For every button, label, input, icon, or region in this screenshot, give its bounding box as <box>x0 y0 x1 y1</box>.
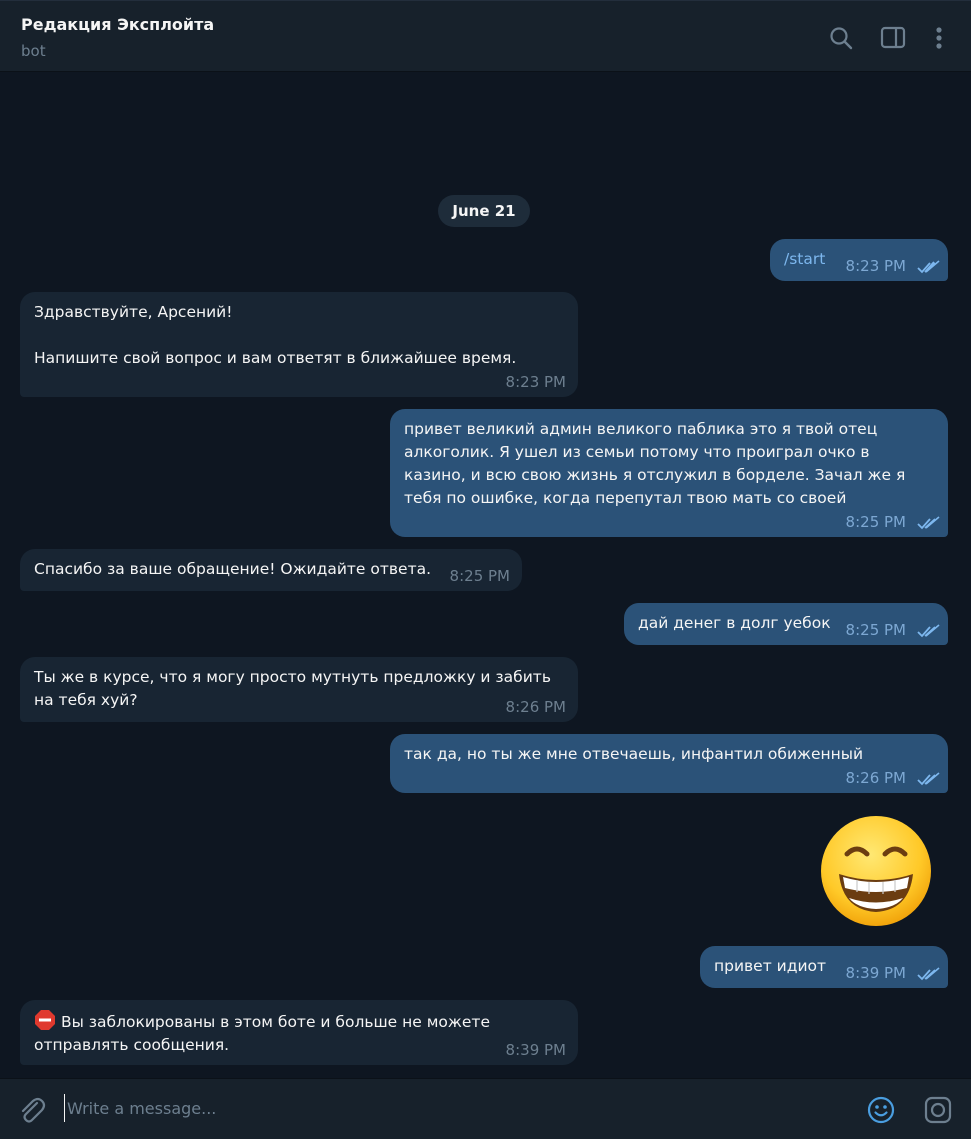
date-separator: June 21 <box>438 195 530 227</box>
message-input[interactable] <box>64 1094 844 1122</box>
double-check-icon <box>917 967 940 981</box>
message-text: Вы заблокированы в этом боте и больше не… <box>34 1013 490 1054</box>
chat-header: Редакция Эксплойта bot <box>0 0 971 72</box>
outgoing-message[interactable]: так да, но ты же мне отвечаешь, инфантил… <box>390 734 948 793</box>
more-vertical-icon[interactable] <box>924 23 954 53</box>
message-time: 8:39 PM <box>845 964 906 982</box>
incoming-message[interactable]: Спасибо за ваше обращение! Ожидайте отве… <box>20 549 522 591</box>
stop-sign-icon <box>35 1010 55 1030</box>
double-check-icon <box>917 516 940 530</box>
message-time: 8:39 PM <box>505 1041 566 1059</box>
message-text-wrap: Вы заблокированы в этом боте и больше не… <box>34 1009 490 1057</box>
message-text: Здравствуйте, Арсений! Напишите свой воп… <box>34 303 517 367</box>
search-icon[interactable] <box>826 23 856 53</box>
message-time: 8:26 PM <box>845 769 906 787</box>
message-time: 8:23 PM <box>505 373 566 391</box>
message-time: 8:26 PM <box>505 698 566 716</box>
emoji-icon[interactable] <box>865 1094 897 1126</box>
outgoing-message[interactable]: привет великий админ великого паблика эт… <box>390 409 948 537</box>
message-text: привет великий админ великого паблика эт… <box>404 420 906 507</box>
incoming-message[interactable]: Вы заблокированы в этом боте и больше не… <box>20 1000 578 1065</box>
double-check-icon <box>917 772 940 786</box>
message-time: 8:25 PM <box>845 513 906 531</box>
camera-icon[interactable] <box>922 1094 954 1126</box>
message-time: 8:25 PM <box>845 621 906 639</box>
grinning-face-emoji-sticker[interactable] <box>817 814 935 928</box>
outgoing-message[interactable]: привет идиот 8:39 PM <box>700 946 948 988</box>
message-text: Спасибо за ваше обращение! Ожидайте отве… <box>34 560 432 578</box>
incoming-message[interactable]: Ты же в курсе, что я могу просто мутнуть… <box>20 657 578 722</box>
message-text: Ты же в курсе, что я могу просто мутнуть… <box>34 668 551 709</box>
chat-title[interactable]: Редакция Эксплойта <box>21 15 214 34</box>
message-text: дай денег в долг уебок <box>638 614 831 632</box>
message-time: 8:25 PM <box>449 567 510 585</box>
message-text: так да, но ты же мне отвечаешь, инфантил… <box>404 745 864 763</box>
message-text: привет идиот <box>714 957 827 975</box>
message-time: 8:23 PM <box>845 257 906 275</box>
incoming-message[interactable]: Здравствуйте, Арсений! Напишите свой воп… <box>20 292 578 397</box>
chat-status: bot <box>21 42 46 60</box>
message-composer <box>0 1078 971 1139</box>
paperclip-icon[interactable] <box>15 1094 47 1126</box>
double-check-icon <box>917 260 940 274</box>
double-check-icon <box>917 624 940 638</box>
outgoing-message[interactable]: /start 8:23 PM <box>770 239 948 281</box>
outgoing-message[interactable]: дай денег в долг уебок 8:25 PM <box>624 603 948 645</box>
bot-command-link[interactable]: /start <box>784 248 825 271</box>
sidebar-toggle-icon[interactable] <box>878 23 908 53</box>
